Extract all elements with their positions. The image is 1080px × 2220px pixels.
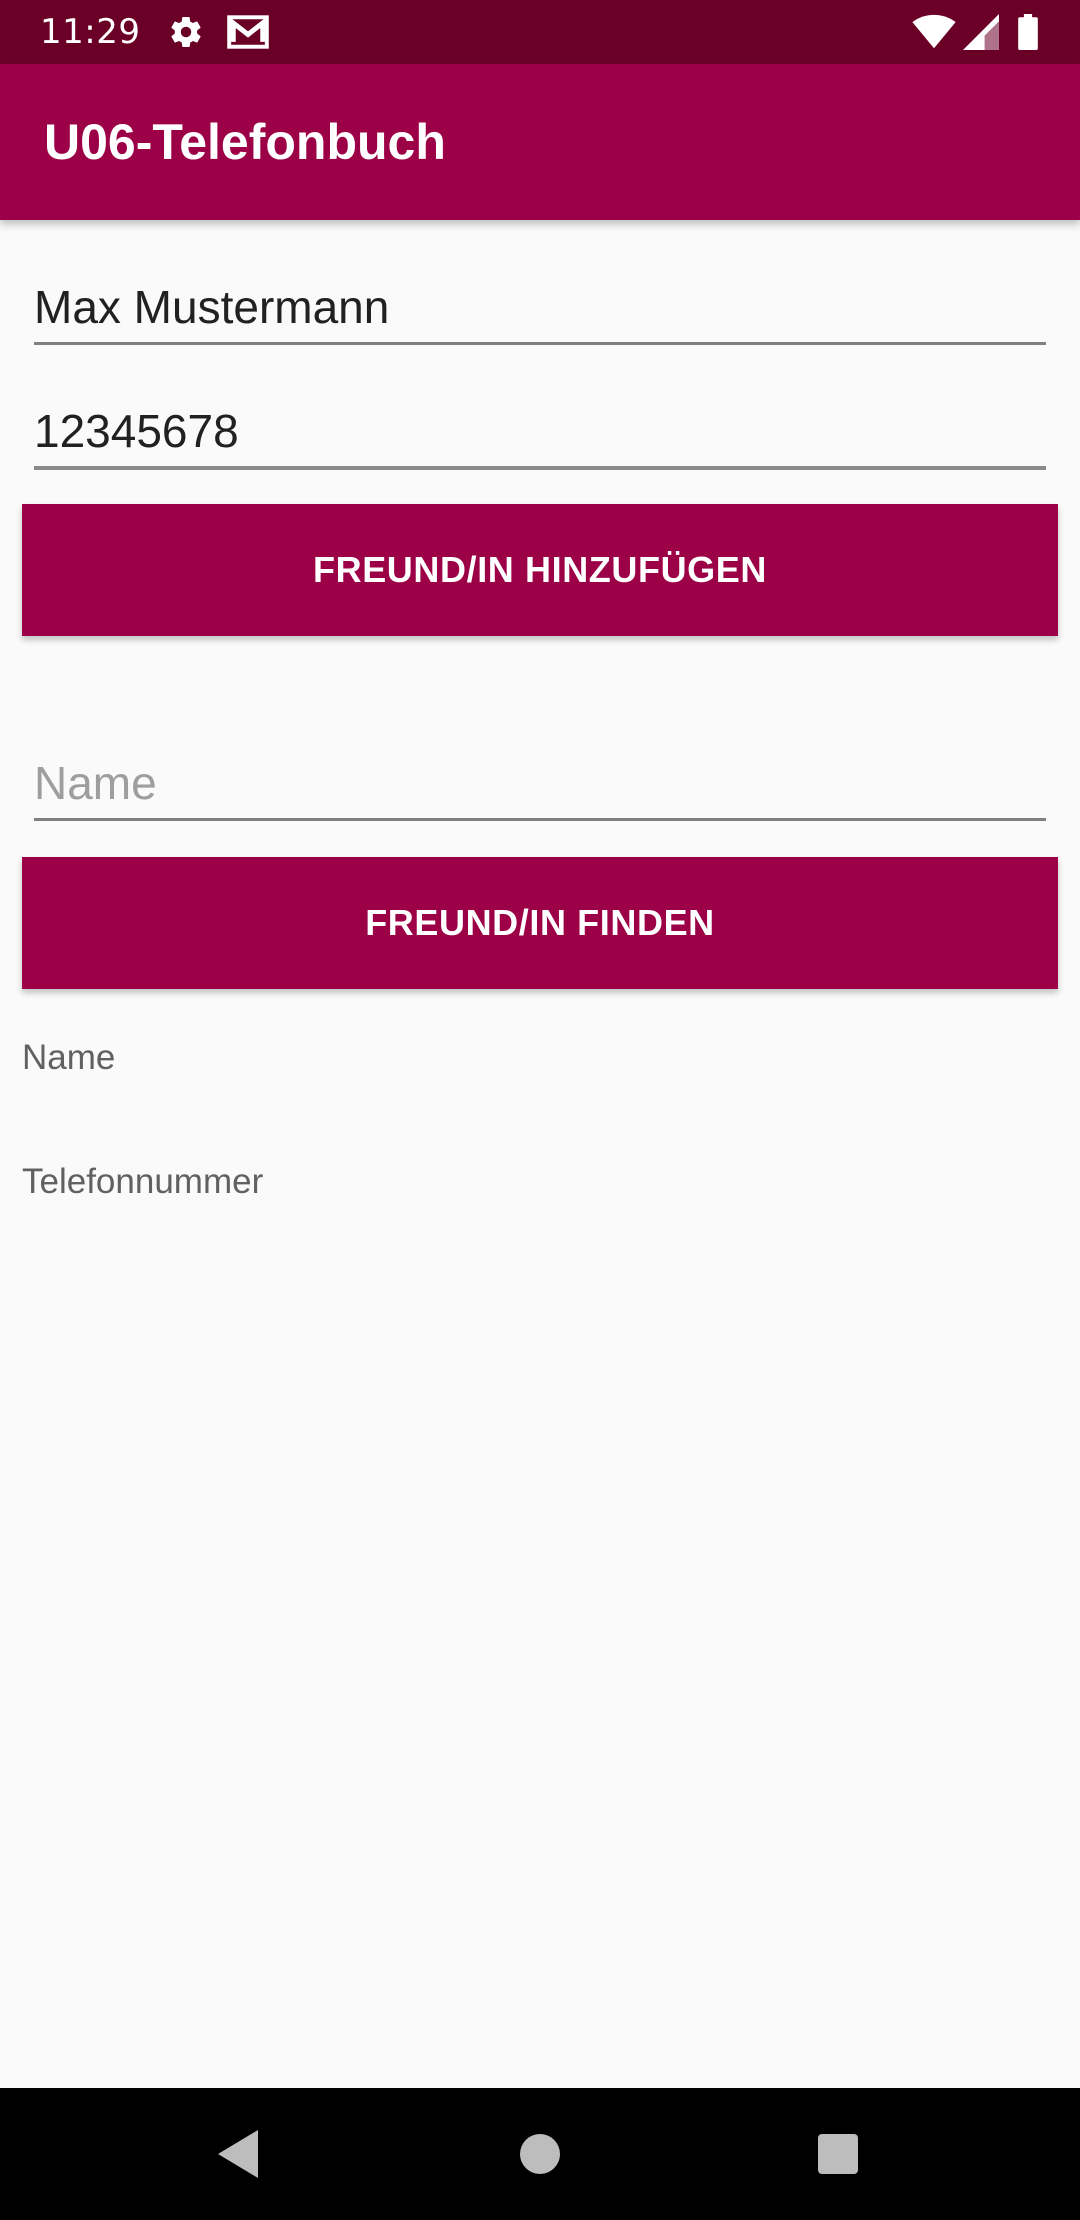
- recents-icon[interactable]: [808, 2124, 868, 2184]
- gear-icon: [166, 14, 206, 50]
- wifi-icon: [912, 14, 956, 50]
- battery-icon: [1016, 14, 1040, 50]
- add-friend-button[interactable]: FREUND/IN HINZUFÜGEN: [22, 504, 1058, 636]
- name-input-value: Max Mustermann: [34, 281, 390, 333]
- find-friend-button[interactable]: FREUND/IN FINDEN: [22, 857, 1058, 989]
- result-name-label: Name: [22, 1038, 116, 1077]
- back-icon[interactable]: [210, 2124, 270, 2184]
- phone-input-value: 12345678: [34, 405, 239, 457]
- gmail-icon: [226, 14, 270, 50]
- name-input[interactable]: Max Mustermann: [34, 270, 1046, 345]
- search-name-input[interactable]: Name: [34, 744, 1046, 821]
- search-name-placeholder: Name: [34, 757, 157, 809]
- result-phone-label: Telefonnummer: [22, 1162, 264, 1201]
- app-bar: U06-Telefonbuch: [0, 64, 1080, 220]
- status-time: 11:29: [40, 12, 141, 52]
- status-bar: 11:29: [0, 0, 1080, 64]
- navigation-bar: [0, 2088, 1080, 2220]
- cellular-signal-icon: [962, 14, 1000, 50]
- app-title: U06-Telefonbuch: [44, 114, 446, 170]
- phone-input[interactable]: 12345678: [34, 394, 1046, 470]
- home-icon[interactable]: [510, 2124, 570, 2184]
